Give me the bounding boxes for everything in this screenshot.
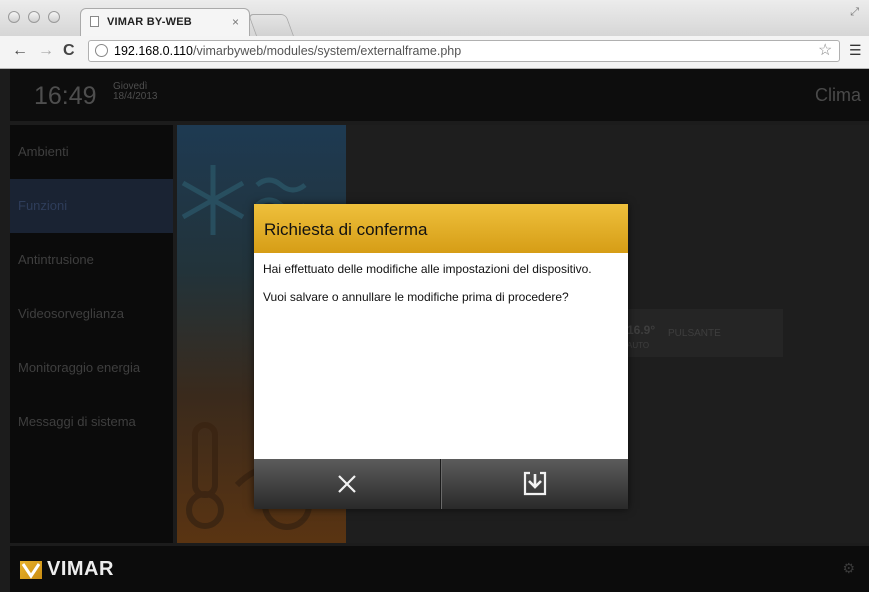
tab-title: VIMAR BY-WEB: [107, 16, 192, 28]
sidebar-item-label: Monitoraggio energia: [18, 360, 141, 375]
save-button[interactable]: [441, 459, 628, 509]
save-download-icon: [523, 471, 547, 496]
bookmark-star-icon[interactable]: ☆: [818, 40, 832, 60]
browser-titlebar: VIMAR BY-WEB × ⤢: [0, 0, 869, 36]
zoom-window-button[interactable]: [48, 11, 60, 23]
document-icon: [90, 16, 99, 27]
clock-date: Giovedì 18/4/2013: [113, 82, 158, 102]
back-arrow-icon[interactable]: ←: [12, 42, 28, 60]
globe-icon: [95, 44, 108, 57]
vimar-logo-icon: [20, 561, 42, 579]
close-window-button[interactable]: [8, 11, 20, 23]
sidebar-item-videosorveglianza[interactable]: Videosorveglianza: [10, 287, 173, 341]
sidebar: Ambienti Funzioni Antintrusione Videosor…: [10, 125, 173, 543]
dialog-question: Vuoi salvare o annullare le modifiche pr…: [263, 290, 569, 304]
dialog-footer: [254, 459, 628, 509]
section-title: Clima: [814, 85, 861, 105]
sidebar-item-antintrusione[interactable]: Antintrusione: [10, 233, 173, 287]
new-tab-button[interactable]: [247, 14, 295, 36]
sidebar-item-label: Antintrusione: [18, 252, 94, 267]
brand-logo-text: VIMAR: [47, 558, 114, 580]
dialog-title: Richiesta di conferma: [264, 220, 428, 239]
dialog-header: Richiesta di conferma: [254, 204, 628, 253]
pulsante-temperature: 16.9°: [627, 323, 656, 337]
url-text: 192.168.0.110/vimarbyweb/modules/system/…: [114, 44, 462, 58]
hamburger-menu-icon[interactable]: ☰: [849, 42, 862, 59]
dialog-message: Hai effettuato delle modifiche alle impo…: [263, 262, 592, 276]
sidebar-item-messaggi-di-sistema[interactable]: Messaggi di sistema: [10, 395, 173, 449]
fullscreen-icon[interactable]: ⤢: [850, 6, 859, 19]
cancel-button[interactable]: [254, 459, 441, 509]
tab-close-icon[interactable]: ×: [232, 15, 239, 29]
address-bar[interactable]: 192.168.0.110/vimarbyweb/modules/system/…: [88, 40, 840, 62]
reload-icon[interactable]: C: [63, 42, 75, 60]
confirm-dialog: Richiesta di conferma Hai effettuato del…: [254, 204, 628, 509]
sidebar-item-label: Ambienti: [18, 144, 69, 159]
clock-time: 16:49: [34, 82, 97, 110]
sidebar-item-ambienti[interactable]: Ambienti: [10, 125, 173, 179]
app-header: 16:49 Giovedì 18/4/2013 Clima: [10, 69, 869, 121]
sidebar-item-label: Funzioni: [18, 198, 68, 213]
sidebar-item-label: Videosorveglianza: [18, 306, 124, 321]
sidebar-item-monitoraggio-energia[interactable]: Monitoraggio energia: [10, 341, 173, 395]
sidebar-item-funzioni[interactable]: Funzioni: [10, 179, 173, 233]
sidebar-item-label: Messaggi di sistema: [18, 414, 136, 429]
app-footer: VIMAR ⚙: [10, 546, 869, 592]
dialog-body: Hai effettuato delle modifiche alle impo…: [263, 262, 619, 318]
forward-arrow-icon[interactable]: →: [38, 42, 54, 60]
browser-tab[interactable]: VIMAR BY-WEB ×: [80, 8, 250, 36]
close-icon: [338, 475, 356, 493]
browser-toolbar: ← → C 192.168.0.110/vimarbyweb/modules/s…: [0, 36, 869, 69]
clock-date-value: 18/4/2013: [113, 91, 158, 102]
pulsante-mode: AUTO: [627, 341, 650, 350]
pulsante-label: PULSANTE: [668, 328, 721, 339]
settings-icon[interactable]: ⚙: [842, 560, 855, 577]
minimize-window-button[interactable]: [28, 11, 40, 23]
